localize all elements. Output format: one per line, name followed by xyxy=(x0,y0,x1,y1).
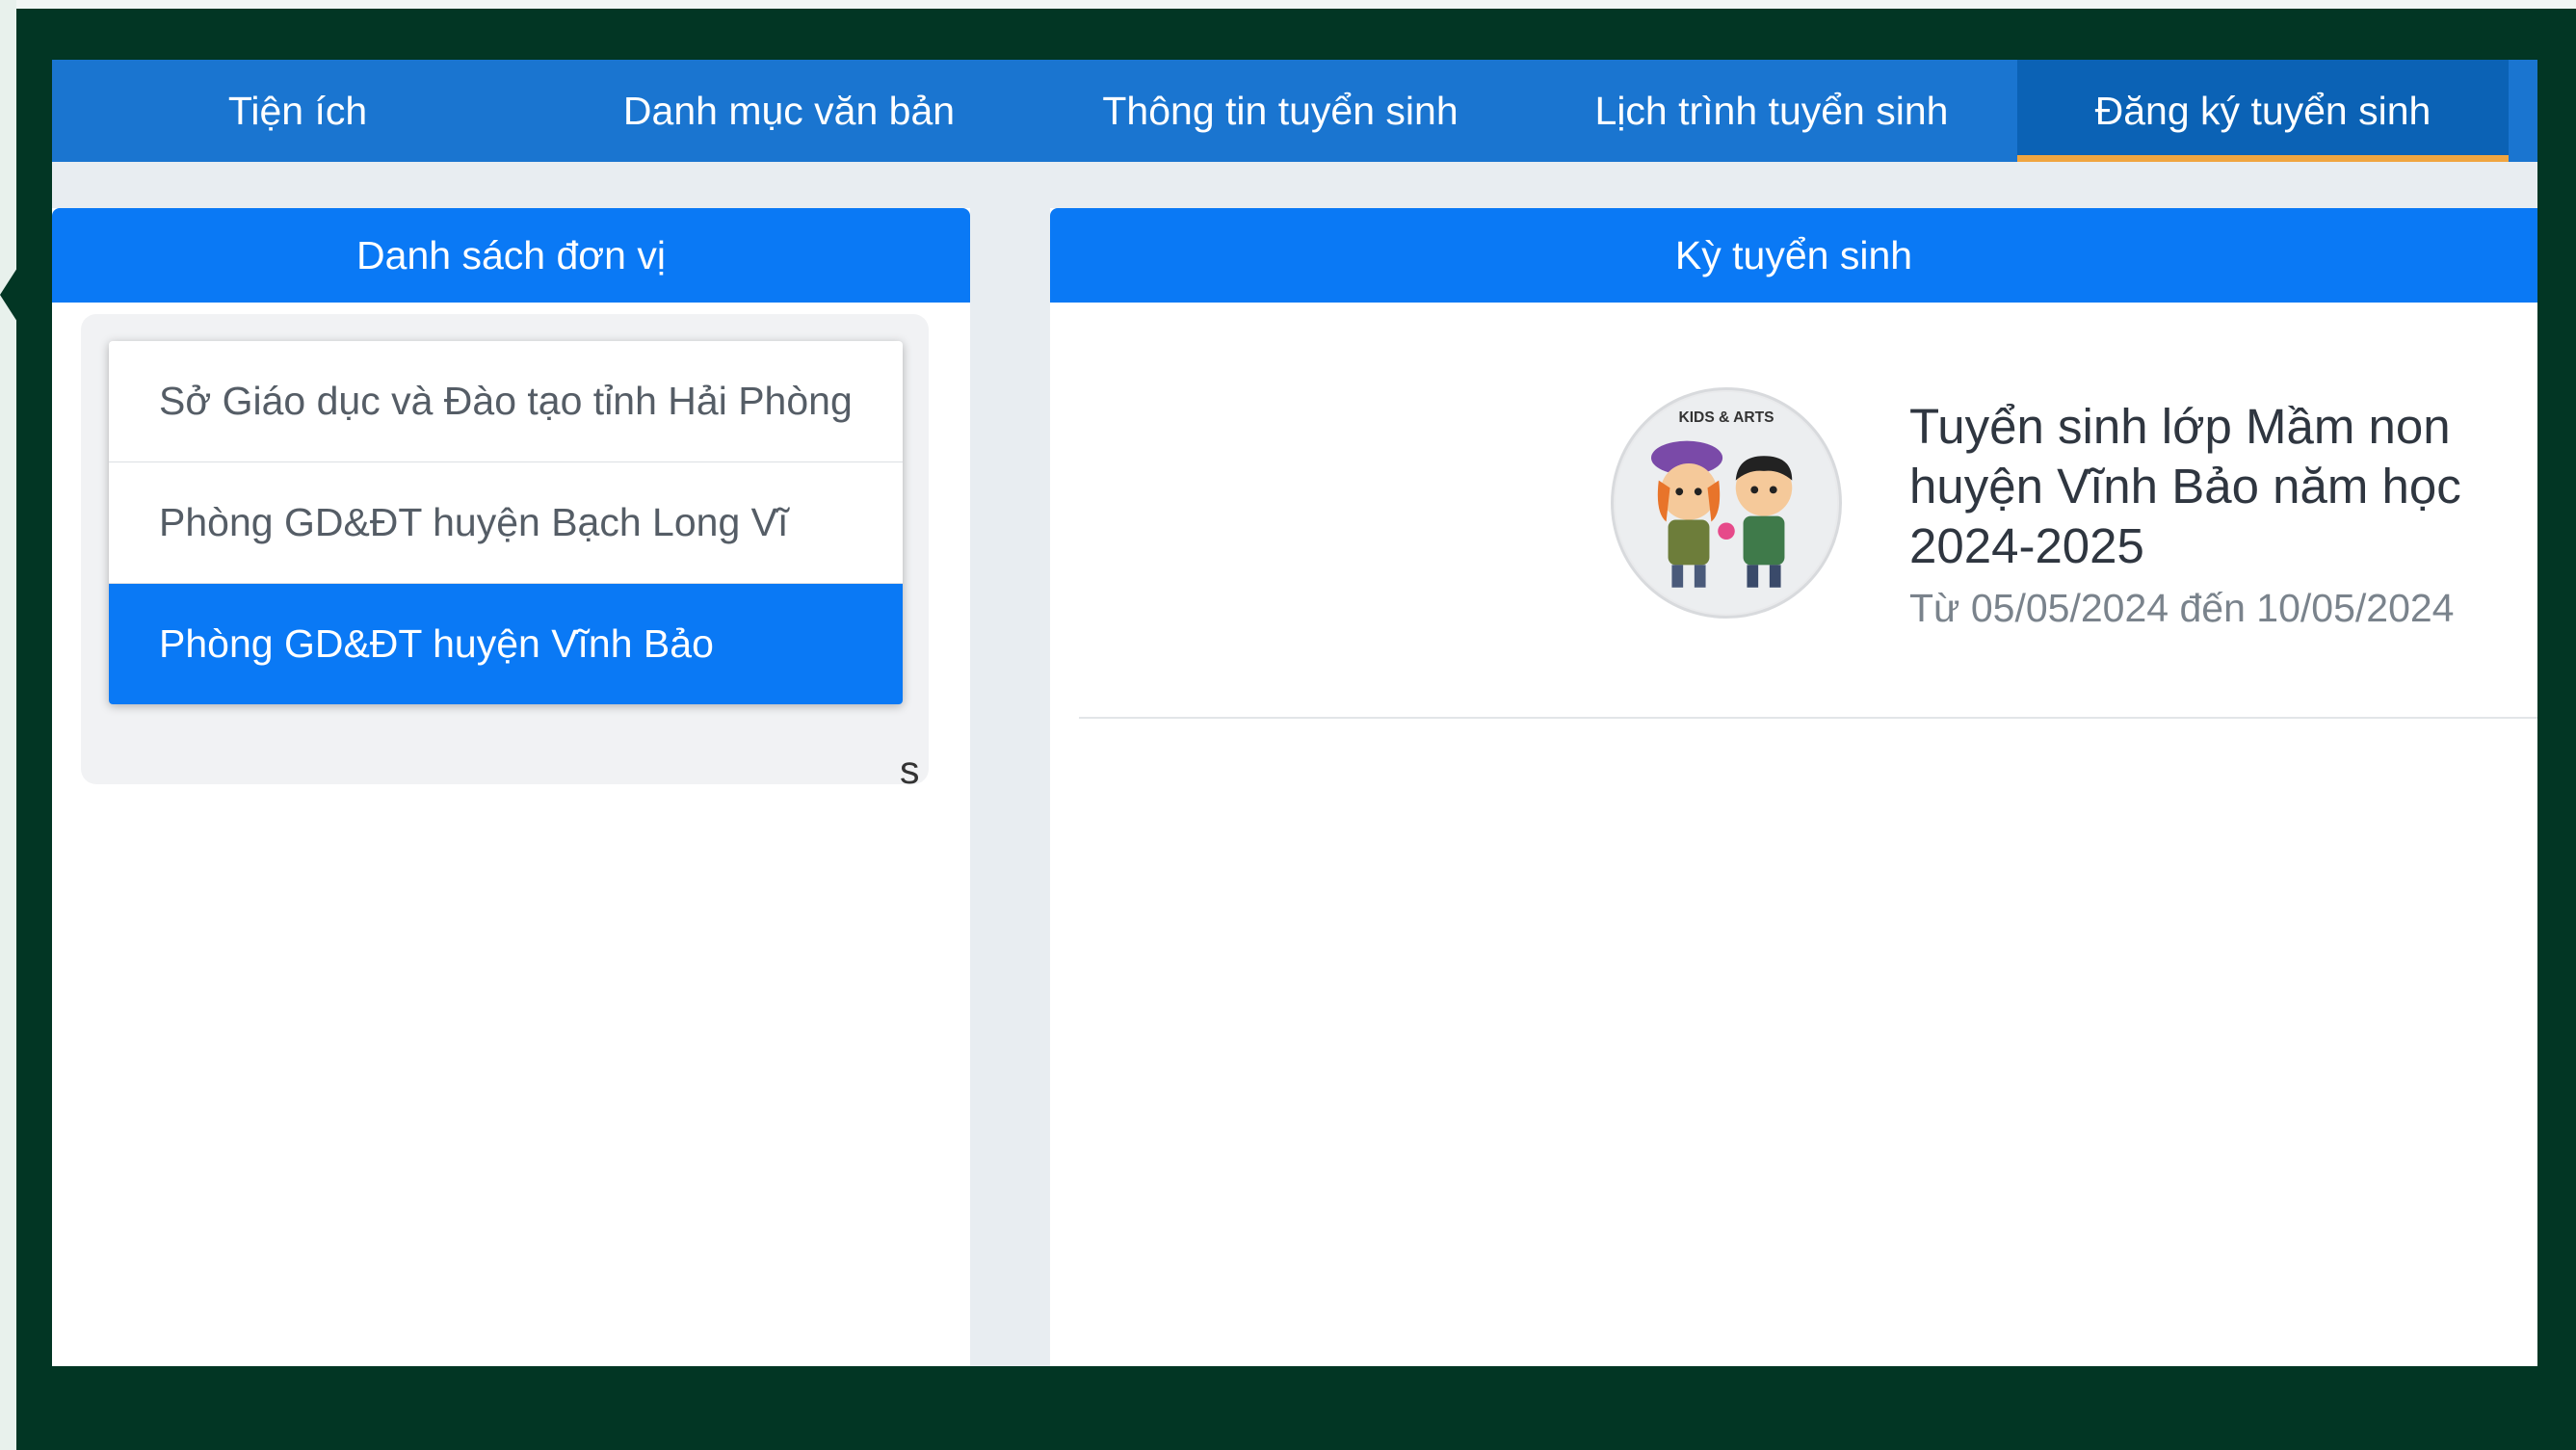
logo-caption: KIDS & ARTS xyxy=(1678,409,1774,426)
frame-left-edge xyxy=(0,0,16,1450)
unit-item-so-gd-hai-phong[interactable]: Sở Giáo dục và Đào tạo tỉnh Hải Phòng xyxy=(109,341,903,462)
nav-item-label: Lịch trình tuyển sinh xyxy=(1594,88,1949,133)
arrow-left-icon xyxy=(0,241,35,349)
admission-period-panel: Kỳ tuyển sinh KIDS & ARTS Tuyển sinh lớp… xyxy=(1050,208,2537,1366)
admission-title[interactable]: Tuyển sinh lớp Mầm non huyện Vĩnh Bảo nă… xyxy=(1909,397,2526,576)
nav-item-thong-tin-tuyen-sinh[interactable]: Thông tin tuyển sinh xyxy=(1035,60,1526,162)
frame-top-edge xyxy=(0,0,2576,9)
unit-dropdown: Sở Giáo dục và Đào tạo tỉnh Hải Phòng Ph… xyxy=(109,341,903,704)
app-screen: Tiện ích Danh mục văn bản Thông tin tuyể… xyxy=(52,60,2537,1366)
unit-list-title: Danh sách đơn vị xyxy=(356,232,666,277)
card-divider xyxy=(1079,717,2537,719)
unit-dropdown-backdrop: Sở Giáo dục và Đào tạo tỉnh Hải Phòng Ph… xyxy=(81,314,929,784)
nav-item-label: Đăng ký tuyển sinh xyxy=(2094,88,2431,133)
unit-item-bach-long-vi[interactable]: Phòng GD&ĐT huyện Bạch Long Vĩ xyxy=(109,462,903,584)
nav-item-label: Tiện ích xyxy=(227,88,368,133)
nav-item-danh-muc-van-ban[interactable]: Danh mục văn bản xyxy=(543,60,1035,162)
nav-item-lich-trinh-tuyen-sinh[interactable]: Lịch trình tuyển sinh xyxy=(1526,60,2017,162)
nav-item-label: Danh mục văn bản xyxy=(622,88,956,133)
top-navbar: Tiện ích Danh mục văn bản Thông tin tuyể… xyxy=(52,60,2537,162)
unit-list-header: Danh sách đơn vị xyxy=(52,208,970,303)
unit-item-vinh-bao[interactable]: Phòng GD&ĐT huyện Vĩnh Bảo xyxy=(109,584,903,704)
nav-item-label: Thông tin tuyển sinh xyxy=(1102,88,1459,133)
admission-period-header: Kỳ tuyển sinh xyxy=(1050,208,2537,303)
nav-item-dang-ky-tuyen-sinh[interactable]: Đăng ký tuyển sinh xyxy=(2017,60,2509,162)
admission-card[interactable]: KIDS & ARTS Tuyển sinh lớp Mầm non huyện… xyxy=(1050,303,2537,719)
unit-list-panel: Danh sách đơn vị Sở Giáo dục và Đào tạo … xyxy=(52,208,970,1366)
nav-item-tien-ich[interactable]: Tiện ích xyxy=(52,60,543,162)
stray-text: s xyxy=(900,748,920,792)
kids-arts-logo: KIDS & ARTS xyxy=(1611,387,1842,619)
admission-period-title: Kỳ tuyển sinh xyxy=(1674,232,1913,277)
admission-date-range: Từ 05/05/2024 đến 10/05/2024 xyxy=(1909,586,2455,630)
